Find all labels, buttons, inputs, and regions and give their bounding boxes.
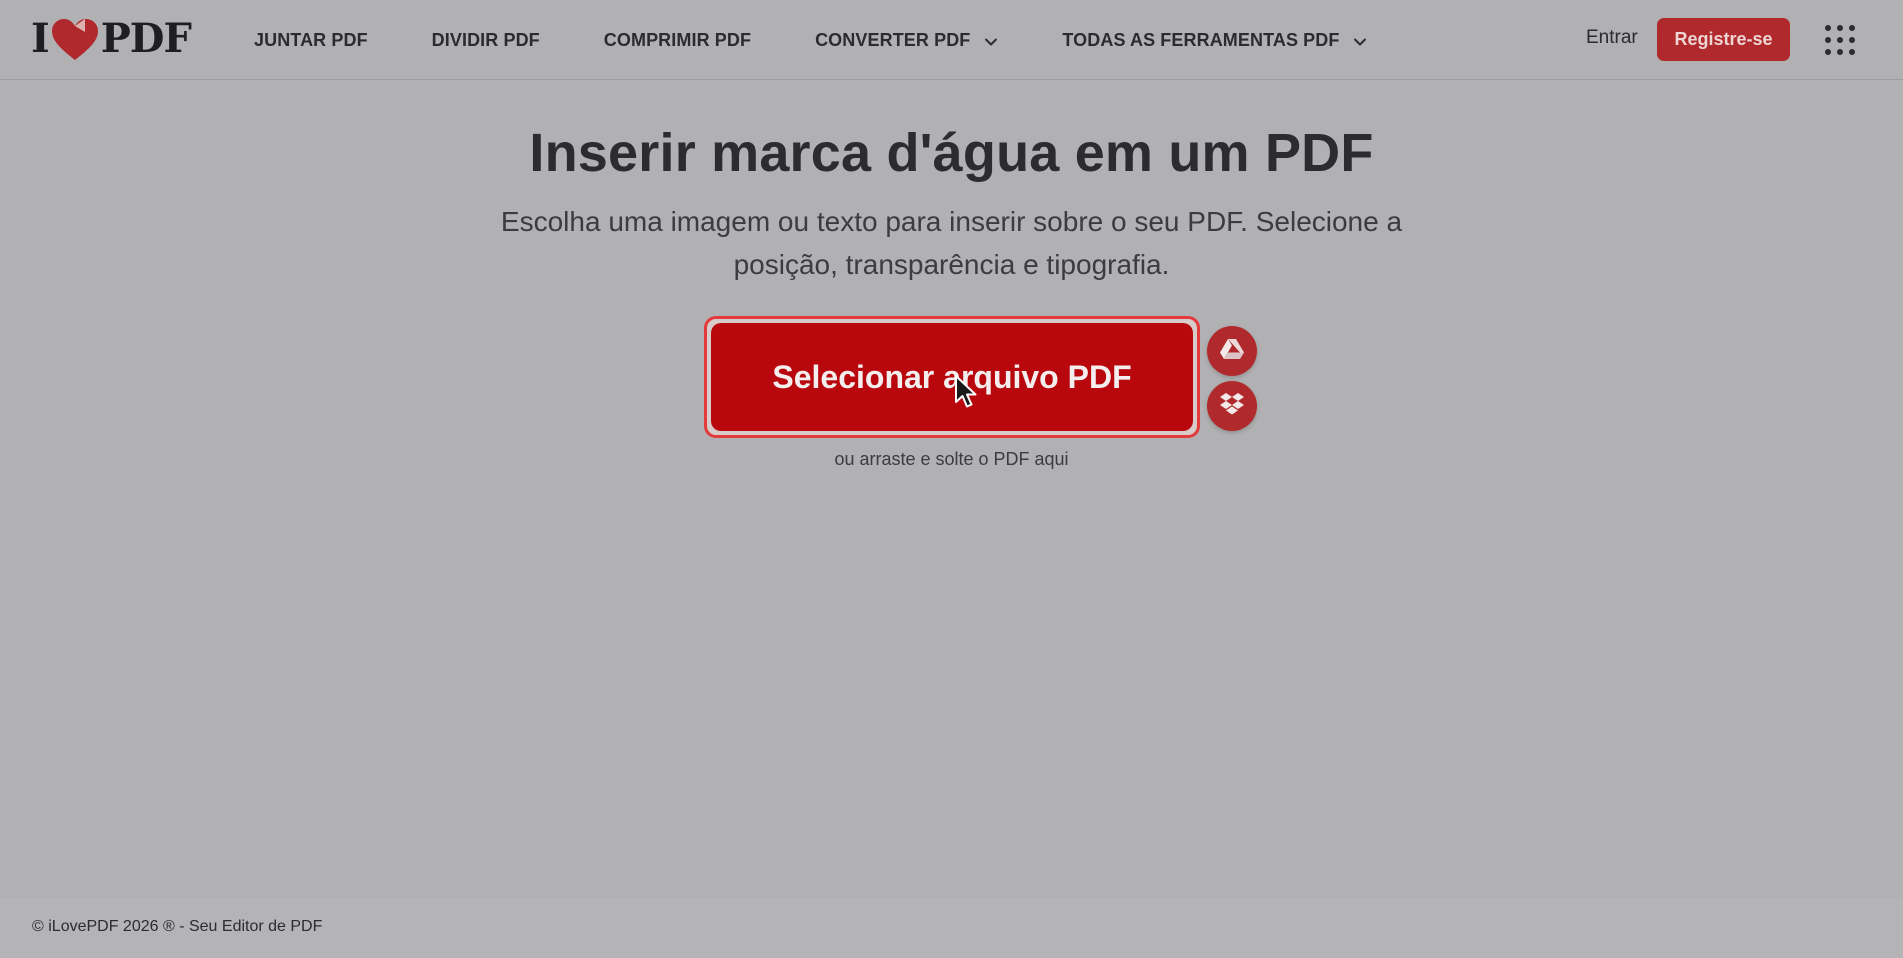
login-link[interactable]: Entrar — [1586, 27, 1638, 49]
grid-dot — [1837, 37, 1843, 43]
heart-icon — [51, 18, 99, 62]
logo-text-pdf: PDF — [100, 15, 192, 62]
nav-item-todas-ferramentas[interactable]: TODAS AS FERRAMENTAS PDF — [1062, 30, 1367, 51]
drag-drop-hint: ou arraste e solte o PDF aqui — [834, 449, 1069, 469]
nav-item-label: COMPRIMIR PDF — [603, 29, 752, 50]
apps-grid-icon[interactable] — [1822, 22, 1858, 58]
grid-dot — [1825, 49, 1831, 55]
dropbox-button[interactable] — [1207, 381, 1257, 431]
google-drive-button[interactable] — [1207, 326, 1257, 376]
page-subtitle: Escolha uma imagem ou texto para inserir… — [500, 206, 1403, 280]
grid-dot — [1837, 49, 1843, 55]
nav-item-label: CONVERTER PDF — [815, 29, 971, 50]
grid-dot — [1849, 25, 1855, 31]
grid-dot — [1837, 25, 1843, 31]
nav-item-converter-pdf[interactable]: CONVERTER PDF — [815, 30, 998, 51]
grid-dot — [1825, 25, 1831, 31]
chevron-down-icon — [1353, 33, 1367, 47]
google-drive-icon — [1219, 337, 1245, 366]
top-header: I PDF JUNTAR PDF DIVIDIR PDF COMPRIMIR P… — [0, 0, 1903, 80]
nav-item-label: DIVIDIR PDF — [431, 29, 540, 50]
grid-dot — [1849, 49, 1855, 55]
grid-dot — [1825, 37, 1831, 43]
nav-item-label: JUNTAR PDF — [254, 29, 368, 50]
page-footer: © iLovePDF 2026 ® - Seu Editor de PDF — [0, 898, 1903, 958]
nav-item-juntar-pdf[interactable]: JUNTAR PDF — [254, 30, 368, 51]
select-pdf-button[interactable]: Selecionar arquivo PDF — [711, 323, 1193, 431]
dropbox-icon — [1219, 392, 1245, 421]
main-nav: JUNTAR PDF DIVIDIR PDF COMPRIMIR PDF CON… — [254, 0, 1431, 80]
ilovepdf-logo[interactable]: I PDF — [31, 15, 192, 62]
logo-text-i: I — [31, 15, 50, 62]
signup-button[interactable]: Registre-se — [1657, 18, 1790, 61]
copyright-text: © iLovePDF 2026 ® - Seu Editor de PDF — [32, 918, 323, 935]
page-title: Inserir marca d'água em um PDF — [529, 123, 1374, 183]
nav-item-label: TODAS AS FERRAMENTAS PDF — [1062, 29, 1340, 50]
upload-focus-ring: Selecionar arquivo PDF — [704, 316, 1200, 438]
chevron-down-icon — [984, 33, 998, 47]
grid-dot — [1849, 37, 1855, 43]
nav-item-dividir-pdf[interactable]: DIVIDIR PDF — [432, 30, 540, 51]
nav-item-comprimir-pdf[interactable]: COMPRIMIR PDF — [604, 30, 751, 51]
